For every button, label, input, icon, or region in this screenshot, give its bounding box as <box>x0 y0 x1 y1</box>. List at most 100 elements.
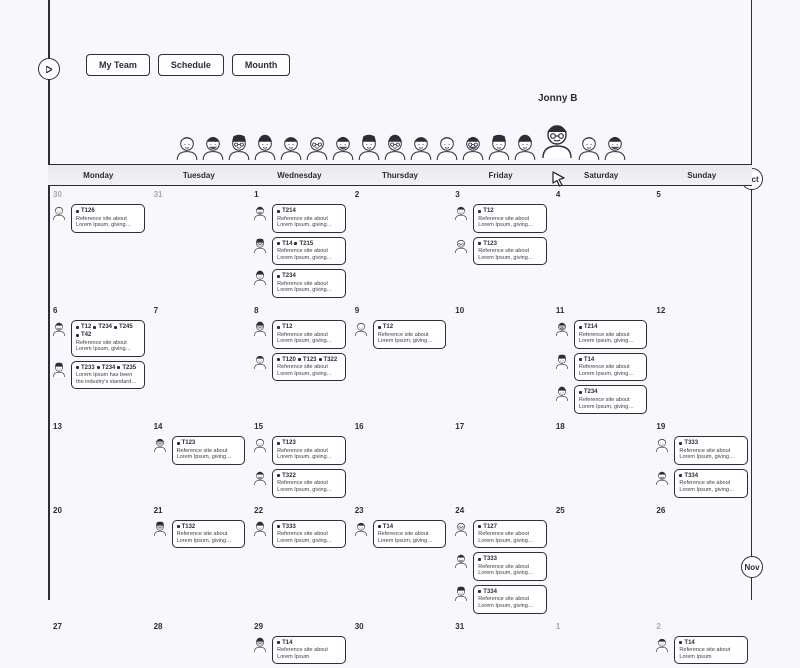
task[interactable]: T334Reference site about Lorem Ipsum, gi… <box>453 585 547 614</box>
task[interactable]: T322Reference site about Lorem Ipsum, gi… <box>252 469 346 498</box>
calendar-cell[interactable]: 20 <box>48 502 149 618</box>
pill-my-team[interactable]: My Team <box>86 54 150 76</box>
calendar-cell[interactable]: 7 <box>149 302 250 418</box>
task-card[interactable]: T12Reference site about Lorem Ipsum, giv… <box>373 320 447 349</box>
avatar[interactable] <box>355 128 383 164</box>
pill-schedule[interactable]: Schedule <box>158 54 224 76</box>
task-card[interactable]: T333Reference site about Lorem Ipsum, gi… <box>272 520 346 549</box>
calendar-cell[interactable]: 29T14Reference site about Lorem Ipsum <box>249 618 350 668</box>
task-card[interactable]: T334Reference site about Lorem Ipsum, gi… <box>473 585 547 614</box>
task-card[interactable]: T333Reference site about Lorem Ipsum, gi… <box>473 552 547 581</box>
task-card[interactable]: T14Reference site about Lorem Ipsum <box>674 636 748 665</box>
avatar-focus[interactable] <box>537 112 577 164</box>
task-card[interactable]: T234Reference site about Lorem Ipsum, gi… <box>272 269 346 298</box>
calendar-cell[interactable]: 16 <box>350 418 451 501</box>
task[interactable]: T14Reference site about Lorem Ipsum, giv… <box>554 353 648 382</box>
task-card[interactable]: T214Reference site about Lorem Ipsum, gi… <box>574 320 648 349</box>
task-card[interactable]: T12Reference site about Lorem Ipsum, giv… <box>272 320 346 349</box>
pill-month[interactable]: Mounth <box>232 54 290 76</box>
task-card[interactable]: T14T215Reference site about Lorem Ipsum,… <box>272 237 346 266</box>
avatar[interactable] <box>251 128 279 164</box>
calendar-cell[interactable]: 14T123Reference site about Lorem Ipsum, … <box>149 418 250 501</box>
calendar-cell[interactable]: 31 <box>149 186 250 302</box>
calendar-cell[interactable]: 4 <box>551 186 652 302</box>
calendar-cell[interactable]: 22T333Reference site about Lorem Ipsum, … <box>249 502 350 618</box>
avatar[interactable] <box>407 128 435 164</box>
task-card[interactable]: T333Reference site about Lorem Ipsum, gi… <box>674 436 748 465</box>
calendar-cell[interactable]: 19T333Reference site about Lorem Ipsum, … <box>651 418 752 501</box>
task[interactable]: T123Reference site about Lorem Ipsum, gi… <box>252 436 346 465</box>
calendar-cell[interactable]: 25 <box>551 502 652 618</box>
task-card[interactable]: T214Reference site about Lorem Ipsum, gi… <box>272 204 346 233</box>
task[interactable]: T14T215Reference site about Lorem Ipsum,… <box>252 237 346 266</box>
calendar-cell[interactable]: 1 <box>551 618 652 668</box>
calendar-cell[interactable]: 18 <box>551 418 652 501</box>
task-card[interactable]: T334Reference site about Lorem Ipsum, gi… <box>674 469 748 498</box>
task-card[interactable]: T120T123T322Reference site about Lorem I… <box>272 353 346 382</box>
task[interactable]: T234Reference site about Lorem Ipsum, gi… <box>252 269 346 298</box>
calendar-cell[interactable]: 21T132Reference site about Lorem Ipsum, … <box>149 502 250 618</box>
task-card[interactable]: T14Reference site about Lorem Ipsum, giv… <box>373 520 447 549</box>
task[interactable]: T12Reference site about Lorem Ipsum, giv… <box>252 320 346 349</box>
calendar-cell[interactable]: 24T127Reference site about Lorem Ipsum, … <box>450 502 551 618</box>
avatar[interactable] <box>601 128 629 164</box>
task[interactable]: T333Reference site about Lorem Ipsum, gi… <box>453 552 547 581</box>
calendar-cell[interactable]: 10 <box>450 302 551 418</box>
calendar-cell[interactable]: 12 <box>651 302 752 418</box>
calendar-cell[interactable]: 31 <box>450 618 551 668</box>
task-card[interactable]: T234Reference site about Lorem Ipsum, gi… <box>574 385 648 414</box>
task[interactable]: T334Reference site about Lorem Ipsum, gi… <box>654 469 748 498</box>
calendar-cell[interactable]: 28 <box>149 618 250 668</box>
task[interactable]: T123Reference site about Lorem Ipsum, gi… <box>152 436 246 465</box>
task-card[interactable]: T12T234T245T42Reference site about Lorem… <box>71 320 145 357</box>
task[interactable]: T333Reference site about Lorem Ipsum, gi… <box>654 436 748 465</box>
task[interactable]: T123Reference site about Lorem Ipsum, gi… <box>453 237 547 266</box>
task[interactable]: T233T234T235Lorem Ipsum has been the ind… <box>51 361 145 390</box>
calendar-cell[interactable]: 13 <box>48 418 149 501</box>
avatar[interactable] <box>329 128 357 164</box>
task[interactable]: T214Reference site about Lorem Ipsum, gi… <box>252 204 346 233</box>
task-card[interactable]: T14Reference site about Lorem Ipsum, giv… <box>574 353 648 382</box>
task[interactable]: T126Reference site about Lorem Ipsum, gi… <box>51 204 145 233</box>
avatar[interactable] <box>277 128 305 164</box>
task[interactable]: T120T123T322Reference site about Lorem I… <box>252 353 346 382</box>
avatar[interactable] <box>459 128 487 164</box>
calendar-cell[interactable]: 5 <box>651 186 752 302</box>
task[interactable]: T14Reference site about Lorem Ipsum <box>654 636 748 665</box>
task[interactable]: T12Reference site about Lorem Ipsum, giv… <box>453 204 547 233</box>
task-card[interactable]: T123Reference site about Lorem Ipsum, gi… <box>172 436 246 465</box>
avatar[interactable] <box>485 128 513 164</box>
task[interactable]: T127Reference site about Lorem Ipsum, gi… <box>453 520 547 549</box>
avatar[interactable] <box>303 128 331 164</box>
avatar[interactable] <box>173 128 201 164</box>
calendar-cell[interactable]: 1T214Reference site about Lorem Ipsum, g… <box>249 186 350 302</box>
task-card[interactable]: T123Reference site about Lorem Ipsum, gi… <box>473 237 547 266</box>
avatar[interactable] <box>575 128 603 164</box>
task[interactable]: T14Reference site about Lorem Ipsum, giv… <box>353 520 447 549</box>
calendar-cell[interactable]: 15T123Reference site about Lorem Ipsum, … <box>249 418 350 501</box>
avatar[interactable] <box>225 128 253 164</box>
avatar[interactable] <box>199 128 227 164</box>
calendar-cell[interactable]: 8T12Reference site about Lorem Ipsum, gi… <box>249 302 350 418</box>
calendar-cell[interactable]: 9T12Reference site about Lorem Ipsum, gi… <box>350 302 451 418</box>
calendar-cell[interactable]: 6T12T234T245T42Reference site about Lore… <box>48 302 149 418</box>
task-card[interactable]: T123Reference site about Lorem Ipsum, gi… <box>272 436 346 465</box>
calendar-cell[interactable]: 26 <box>651 502 752 618</box>
task-card[interactable]: T14Reference site about Lorem Ipsum <box>272 636 346 665</box>
task-card[interactable]: T126Reference site about Lorem Ipsum, gi… <box>71 204 145 233</box>
calendar-cell[interactable]: 27 <box>48 618 149 668</box>
task[interactable]: T14Reference site about Lorem Ipsum <box>252 636 346 665</box>
task[interactable]: T333Reference site about Lorem Ipsum, gi… <box>252 520 346 549</box>
task-card[interactable]: T322Reference site about Lorem Ipsum, gi… <box>272 469 346 498</box>
calendar-cell[interactable]: 17 <box>450 418 551 501</box>
calendar-cell[interactable]: 3T12Reference site about Lorem Ipsum, gi… <box>450 186 551 302</box>
task-card[interactable]: T127Reference site about Lorem Ipsum, gi… <box>473 520 547 549</box>
task-card[interactable]: T12Reference site about Lorem Ipsum, giv… <box>473 204 547 233</box>
calendar-cell[interactable]: 30 <box>350 618 451 668</box>
calendar-cell[interactable]: 23T14Reference site about Lorem Ipsum, g… <box>350 502 451 618</box>
calendar-cell[interactable]: 30T126Reference site about Lorem Ipsum, … <box>48 186 149 302</box>
task-card[interactable]: T132Reference site about Lorem Ipsum, gi… <box>172 520 246 549</box>
task[interactable]: T234Reference site about Lorem Ipsum, gi… <box>554 385 648 414</box>
task[interactable]: T132Reference site about Lorem Ipsum, gi… <box>152 520 246 549</box>
calendar-cell[interactable]: 2 <box>350 186 451 302</box>
